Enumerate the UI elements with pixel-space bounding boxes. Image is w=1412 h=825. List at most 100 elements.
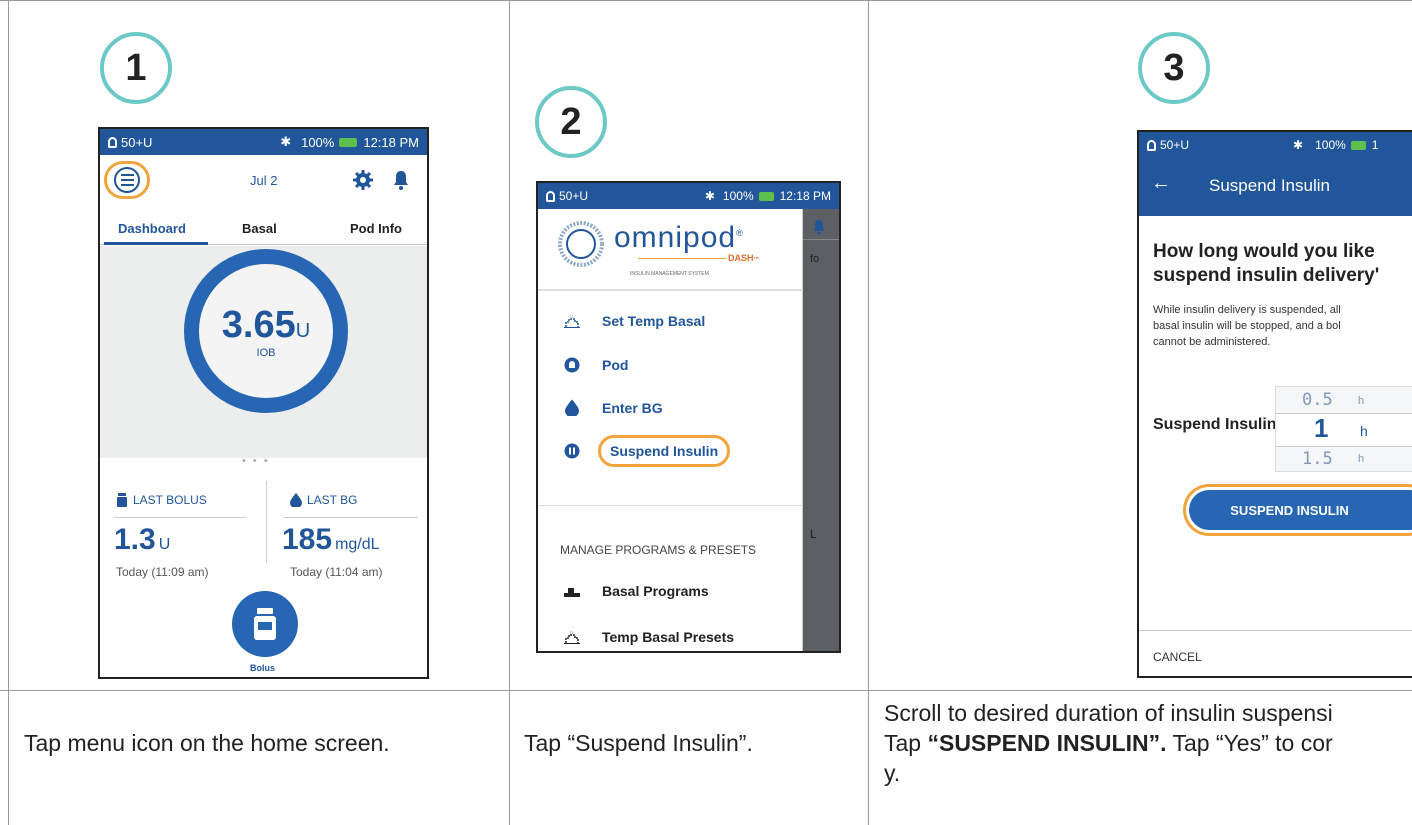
- table-row-divider: [0, 690, 1412, 691]
- drawer-header: omnipod® DASH™ INSULIN MANAGEMENT SYSTEM: [538, 209, 803, 291]
- insulin-remaining: 50+U: [559, 189, 589, 203]
- bolus-label: Bolus: [250, 663, 276, 673]
- instruction-table: Tap menu icon on the home screen. Tap “S…: [0, 0, 1412, 825]
- menu-label: Basal Programs: [602, 583, 709, 599]
- pod-icon: [1147, 139, 1156, 151]
- caption-text: Tap “Yes” to cor: [1166, 730, 1333, 756]
- tab-bar: Dashboard Basal Pod Info: [100, 213, 427, 245]
- iob-ring: 3.65U IOB: [184, 249, 348, 413]
- svg-text:↑↓: ↑↓: [569, 630, 574, 636]
- iob-readout: 3.65U: [222, 304, 310, 347]
- bell-icon[interactable]: [392, 170, 410, 190]
- caption-bold-text: “SUSPEND INSULIN”.: [927, 730, 1167, 756]
- status-bar: 50+U ✱ 100% 12:18 PM: [538, 183, 839, 209]
- behind-text: fo: [810, 253, 820, 265]
- last-bolus-header: LAST BOLUS: [116, 493, 207, 507]
- last-bolus-time: Today (11:09 am): [116, 565, 209, 579]
- picker-label: Suspend Insulin f: [1153, 416, 1287, 433]
- phone-screen-menu: 50+U ✱ 100% 12:18 PM fo L omnipod® DASH™…: [536, 181, 841, 653]
- picker-unit: h: [1358, 453, 1365, 465]
- clock: 1: [1371, 138, 1379, 152]
- vial-icon: [117, 493, 127, 507]
- battery-percent: 100%: [301, 134, 335, 150]
- tab-dashboard[interactable]: Dashboard: [118, 221, 186, 236]
- bluetooth-icon: ✱: [280, 134, 292, 149]
- bolus-button[interactable]: [232, 591, 298, 657]
- dimmed-background: [803, 209, 839, 651]
- date-label: Jul 2: [250, 173, 278, 188]
- description-line: basal insulin will be stopped, and a bol: [1153, 320, 1341, 332]
- table-border-top: [0, 0, 1412, 1]
- temp-basal-icon: ↑↓: [564, 314, 580, 328]
- status-bar: 50+U ✱ 100% 12:18 PM: [100, 129, 427, 155]
- tab-pod-info[interactable]: Pod Info: [350, 221, 402, 236]
- suspend-insulin-button[interactable]: SUSPEND INSULIN: [1189, 490, 1412, 530]
- picker-unit: h: [1360, 423, 1368, 439]
- table-col-divider-1: [509, 0, 510, 825]
- brand-sub: DASH™: [726, 253, 760, 263]
- cancel-button[interactable]: CANCEL: [1153, 650, 1202, 664]
- pause-icon: [564, 443, 580, 459]
- menu-item-enter-bg[interactable]: Enter BG: [552, 399, 663, 416]
- menu-label: Temp Basal Presets: [602, 629, 735, 645]
- menu-label: Set Temp Basal: [602, 313, 706, 329]
- menu-label: Pod: [602, 357, 629, 373]
- brand-name: omnipod®: [614, 221, 744, 255]
- iob-unit: U: [295, 319, 311, 342]
- behind-text: L: [810, 527, 817, 541]
- battery-icon: [1350, 140, 1366, 150]
- stats-divider: [266, 481, 267, 563]
- tab-basal[interactable]: Basal: [242, 221, 277, 236]
- drop-icon: [290, 493, 302, 507]
- heading-line: How long would you like: [1153, 241, 1375, 262]
- last-bolus-readout: 1.3 U: [114, 523, 170, 557]
- page-dots[interactable]: • • •: [242, 455, 270, 467]
- screen-description: While insulin delivery is suspended, all…: [1153, 302, 1341, 350]
- iob-label: IOB: [256, 346, 276, 359]
- vial-icon: [254, 608, 276, 640]
- suspend-button-highlight: SUSPEND INSULIN: [1183, 484, 1412, 536]
- menu-label: Enter BG: [602, 399, 663, 416]
- temp-basal-icon: ↑↓: [564, 630, 580, 644]
- step-3-caption-line-3: y.: [884, 760, 901, 786]
- menu-icon[interactable]: [114, 167, 140, 193]
- description-line: cannot be administered.: [1153, 336, 1271, 348]
- last-bolus-label: LAST BOLUS: [133, 493, 207, 507]
- brand-sub-text: DASH: [728, 253, 754, 263]
- picker-option: 1.5: [1302, 449, 1333, 469]
- back-arrow-icon[interactable]: ←: [1151, 172, 1171, 195]
- battery-icon: [339, 137, 358, 147]
- last-bolus-unit: U: [158, 536, 171, 553]
- step-1-badge: 1: [100, 32, 172, 104]
- omnipod-logo-icon: [558, 221, 604, 267]
- battery-percent: 100%: [722, 189, 754, 203]
- gear-icon[interactable]: [352, 169, 374, 191]
- tab-active-indicator: [104, 242, 208, 245]
- brand-text: omnipod: [614, 221, 737, 254]
- table-border-left: [8, 0, 9, 825]
- menu-label-highlighted: Suspend Insulin: [598, 435, 731, 467]
- iob-value: 3.65: [221, 303, 296, 346]
- menu-item-basal-programs[interactable]: Basal Programs: [552, 583, 709, 599]
- description-line: While insulin delivery is suspended, all: [1153, 304, 1341, 316]
- menu-icon-highlight[interactable]: [104, 161, 150, 199]
- menu-item-suspend-insulin[interactable]: Suspend Insulin: [552, 435, 731, 467]
- duration-picker[interactable]: 0.5 h 1 h 1.5 h: [1275, 386, 1412, 472]
- battery-percent: 100%: [1315, 138, 1346, 152]
- screen-heading: How long would you like suspend insulin …: [1153, 240, 1379, 288]
- phone-screen-suspend: 50+U ✱ 100% 1 ← Suspend Insulin How long…: [1137, 130, 1412, 678]
- menu-item-temp-basal-presets[interactable]: ↑↓ Temp Basal Presets: [552, 629, 734, 645]
- menu-item-set-temp-basal[interactable]: ↑↓ Set Temp Basal: [552, 313, 705, 329]
- step-3-caption: Scroll to desired duration of insulin su…: [884, 698, 1412, 788]
- menu-item-pod[interactable]: Pod: [552, 357, 628, 373]
- pod-icon: [108, 136, 117, 148]
- status-bar: 50+U ✱ 100% 1: [1139, 132, 1412, 158]
- heading-line: suspend insulin delivery': [1153, 265, 1380, 286]
- table-col-divider-2: [868, 0, 869, 825]
- step-3-caption-line-2: Tap “SUSPEND INSULIN”. Tap “Yes” to cor: [884, 728, 1412, 758]
- last-bg-label: LAST BG: [307, 493, 358, 507]
- picker-selected: 1: [1314, 413, 1329, 443]
- pod-icon: [546, 190, 555, 202]
- bluetooth-icon: ✱: [1293, 138, 1304, 152]
- clock: 12:18 PM: [363, 134, 419, 150]
